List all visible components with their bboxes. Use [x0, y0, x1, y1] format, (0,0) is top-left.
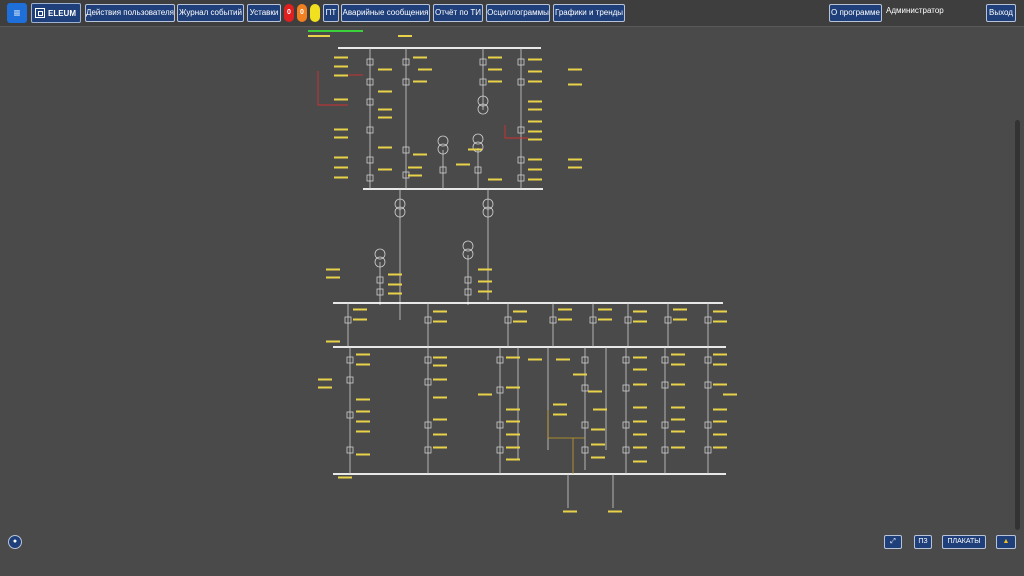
- vertical-scrollbar[interactable]: [1015, 120, 1020, 530]
- pz-button[interactable]: ПЗ: [914, 535, 932, 549]
- posters-button[interactable]: ПЛАКАТЫ: [942, 535, 986, 549]
- ti-report-button[interactable]: Отчёт по ТИ: [433, 4, 483, 22]
- menu-icon[interactable]: ≡: [7, 3, 27, 23]
- fullscreen-icon[interactable]: ⤢: [884, 535, 902, 549]
- header-status-mark: [308, 30, 363, 32]
- upper-feeders: [369, 48, 522, 320]
- oscillograms-button[interactable]: Осциллограммы: [486, 4, 550, 22]
- eleum-logo: ELEUM: [31, 3, 81, 23]
- bottom-bar: [0, 532, 1024, 576]
- logo-mark-icon: [35, 8, 45, 18]
- alarm-indicator-orange[interactable]: 0: [297, 4, 307, 22]
- top-toolbar: ≡ ELEUM Действия пользователя Журнал соб…: [0, 0, 1024, 27]
- logout-button[interactable]: Выход: [986, 4, 1016, 22]
- chat-icon[interactable]: ●: [8, 535, 22, 549]
- current-user: Администратор: [886, 6, 944, 15]
- settings-button[interactable]: Уставки: [247, 4, 281, 22]
- logo-text: ELEUM: [48, 8, 76, 18]
- lower-feeders: [347, 303, 709, 508]
- warning-icon[interactable]: ▲: [996, 535, 1016, 549]
- alarm-indicator-yellow[interactable]: [310, 4, 320, 22]
- alarm-indicator-red[interactable]: 0: [284, 4, 294, 22]
- about-button[interactable]: О программе: [829, 4, 882, 22]
- user-actions-button[interactable]: Действия пользователя: [85, 4, 175, 22]
- alarms-button[interactable]: Аварийные сообщения: [341, 4, 430, 22]
- charts-trends-button[interactable]: Графики и тренды: [553, 4, 625, 22]
- pt-button[interactable]: ПТ: [323, 4, 339, 22]
- single-line-diagram: [308, 30, 737, 513]
- event-log-button[interactable]: Журнал событий: [177, 4, 244, 22]
